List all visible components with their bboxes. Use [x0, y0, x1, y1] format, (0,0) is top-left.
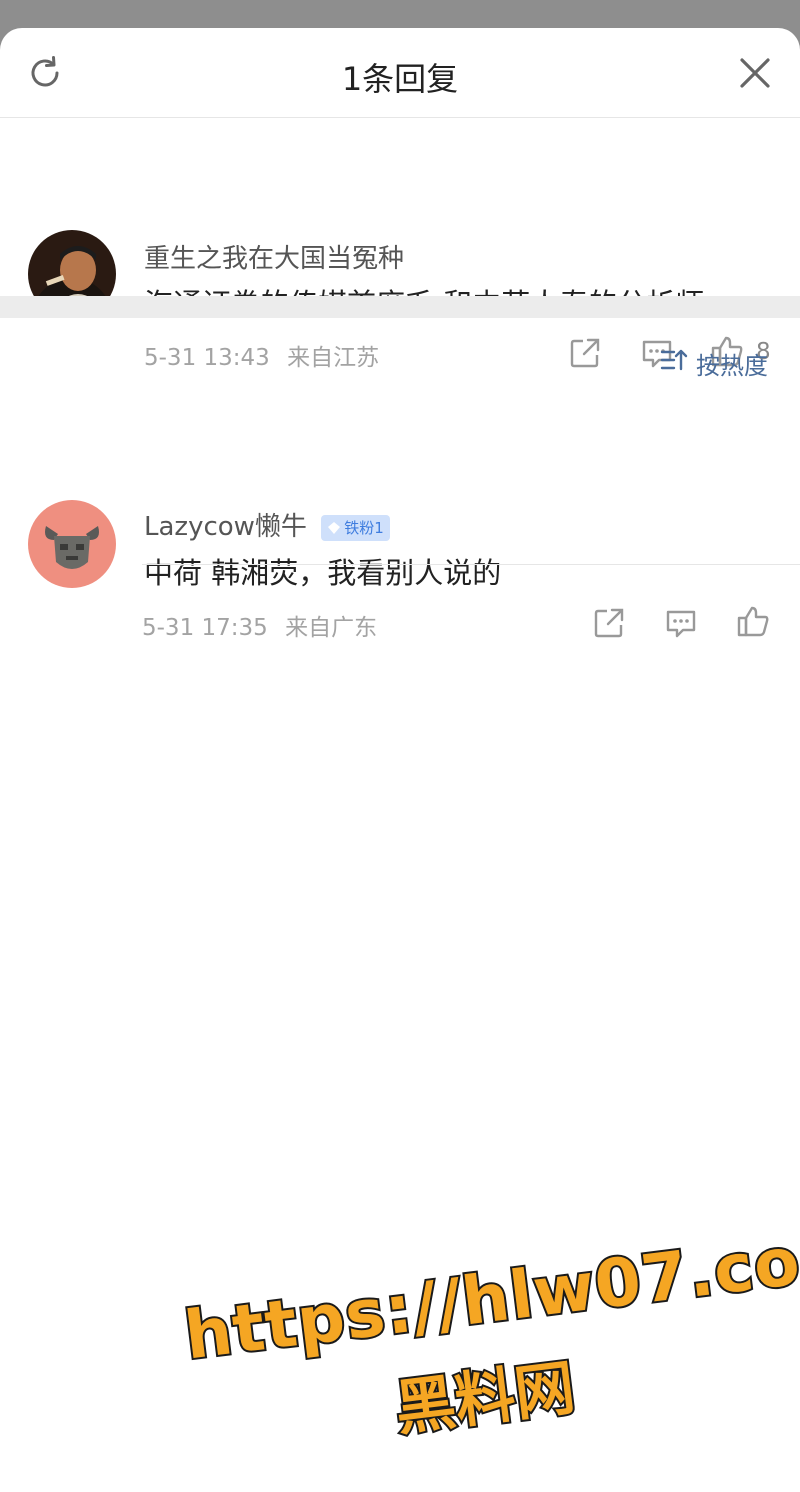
comment-time: 5-31 13:43 [144, 345, 270, 371]
sort-icon [660, 347, 688, 379]
sheet-header: 1条回复 [0, 28, 800, 118]
sheet-title: 1条回复 [341, 60, 459, 98]
comment-username[interactable]: 重生之我在大国当冤种 [144, 238, 404, 275]
comment-meta: 5-31 13:43 来自江苏 [144, 338, 379, 372]
reply-username[interactable]: Lazycow懒牛 [144, 512, 307, 542]
reply-text: 中荷 韩湘荧，我看别人说的 [144, 556, 502, 590]
share-icon[interactable] [568, 336, 602, 370]
share-icon[interactable] [592, 606, 626, 640]
like-icon[interactable] [736, 604, 770, 638]
comment-location: 来自江苏 [287, 345, 380, 371]
reply-meta: 5-31 17:35 来自广东 [142, 608, 377, 642]
diamond-icon [328, 521, 341, 534]
section-divider [0, 296, 800, 318]
reply-divider [142, 564, 800, 565]
reply-location: 来自广东 [285, 615, 378, 641]
close-icon[interactable] [736, 54, 774, 92]
reply-time: 5-31 17:35 [142, 615, 268, 641]
reply-username-row: Lazycow懒牛 铁粉1 [144, 506, 390, 543]
avatar[interactable] [28, 500, 116, 588]
fan-badge: 铁粉1 [321, 514, 390, 541]
sort-toggle[interactable]: 按热度 [660, 346, 768, 380]
sort-label: 按热度 [696, 351, 768, 380]
comment-icon[interactable] [664, 606, 698, 640]
fan-badge-label: 铁粉1 [344, 519, 384, 537]
